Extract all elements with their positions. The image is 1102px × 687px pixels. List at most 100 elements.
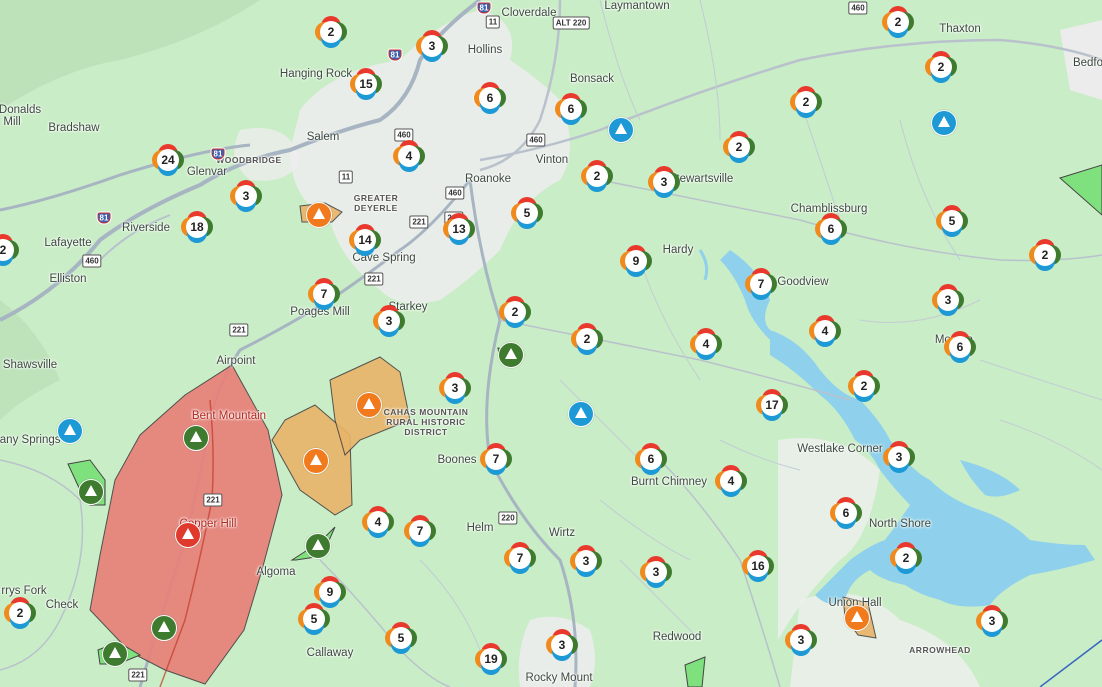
- outage-cluster[interactable]: 13: [442, 212, 476, 246]
- outage-cluster[interactable]: 2: [314, 15, 348, 49]
- outage-cluster[interactable]: 17: [755, 388, 789, 422]
- outage-cluster[interactable]: 4: [808, 314, 842, 348]
- outage-cluster[interactable]: 3: [415, 29, 449, 63]
- green-outage-icon[interactable]: [151, 615, 177, 641]
- outage-cluster[interactable]: 6: [943, 330, 977, 364]
- green-outage-icon[interactable]: [78, 479, 104, 505]
- place-label-goodview: Goodview: [777, 276, 829, 288]
- place-label-elliston: Elliston: [49, 273, 87, 285]
- outage-cluster[interactable]: 7: [744, 267, 778, 301]
- outage-cluster[interactable]: 9: [619, 244, 653, 278]
- route-shield-alt-220: ALT 220: [552, 16, 590, 30]
- outage-cluster[interactable]: 2: [881, 5, 915, 39]
- warning-triangle-icon: [313, 208, 325, 219]
- warning-triangle-icon: [312, 539, 324, 550]
- outage-cluster[interactable]: 4: [392, 139, 426, 173]
- outage-cluster[interactable]: 4: [714, 464, 748, 498]
- place-label-hardy: Hardy: [662, 244, 694, 256]
- outage-cluster-count: 24: [157, 149, 179, 171]
- green-outage-icon[interactable]: [498, 342, 524, 368]
- outage-cluster[interactable]: 6: [814, 212, 848, 246]
- outage-cluster[interactable]: 2: [789, 85, 823, 119]
- outage-cluster[interactable]: 3: [784, 623, 818, 657]
- outage-cluster[interactable]: 5: [935, 204, 969, 238]
- outage-cluster[interactable]: 6: [554, 92, 588, 126]
- outage-cluster[interactable]: 7: [403, 514, 437, 548]
- outage-cluster-count: 15: [355, 73, 377, 95]
- place-label-bradshaw: Bradshaw: [48, 122, 100, 134]
- outage-cluster[interactable]: 7: [479, 442, 513, 476]
- outage-cluster[interactable]: 2: [924, 50, 958, 84]
- outage-cluster[interactable]: 16: [741, 549, 775, 583]
- outage-cluster[interactable]: 3: [882, 440, 916, 474]
- outage-cluster[interactable]: 19: [474, 642, 508, 676]
- outage-cluster[interactable]: 5: [297, 602, 331, 636]
- route-shield-81: 81: [210, 147, 226, 161]
- place-label-boones: Boones: [437, 454, 477, 466]
- blue-outage-icon[interactable]: [931, 110, 957, 136]
- orange-outage-icon[interactable]: [306, 202, 332, 228]
- outage-cluster-count: 3: [981, 610, 1003, 632]
- outage-cluster[interactable]: 3: [569, 544, 603, 578]
- outage-cluster[interactable]: 2: [0, 233, 20, 267]
- outage-cluster[interactable]: 18: [180, 210, 214, 244]
- outage-cluster[interactable]: 7: [503, 541, 537, 575]
- outage-cluster[interactable]: 5: [510, 196, 544, 230]
- warning-triangle-icon: [575, 407, 587, 418]
- warning-triangle-icon: [363, 398, 375, 409]
- outage-cluster[interactable]: 2: [847, 369, 881, 403]
- outage-cluster[interactable]: 5: [384, 621, 418, 655]
- outage-cluster-count: 7: [509, 547, 531, 569]
- blue-outage-icon[interactable]: [568, 401, 594, 427]
- route-shield-460: 460: [848, 1, 868, 15]
- outage-cluster[interactable]: 4: [689, 327, 723, 361]
- outage-cluster[interactable]: 3: [647, 165, 681, 199]
- outage-cluster[interactable]: 15: [349, 67, 383, 101]
- outage-cluster[interactable]: 6: [634, 442, 668, 476]
- outage-cluster[interactable]: 7: [307, 277, 341, 311]
- outage-cluster[interactable]: 2: [580, 159, 614, 193]
- outage-cluster[interactable]: 3: [639, 555, 673, 589]
- outage-cluster-count: 5: [516, 202, 538, 224]
- place-label-helm: Helm: [466, 522, 494, 534]
- green-outage-icon[interactable]: [305, 533, 331, 559]
- outage-cluster[interactable]: 6: [473, 81, 507, 115]
- place-label-check: Check: [45, 599, 79, 611]
- green-outage-icon[interactable]: [102, 641, 128, 667]
- outage-cluster[interactable]: 14: [348, 223, 382, 257]
- outage-cluster-count: 6: [640, 448, 662, 470]
- green-outage-icon[interactable]: [183, 425, 209, 451]
- outage-cluster[interactable]: 2: [570, 322, 604, 356]
- outage-cluster[interactable]: 3: [229, 179, 263, 213]
- outage-cluster[interactable]: 6: [829, 496, 863, 530]
- red-outage-icon[interactable]: [175, 522, 201, 548]
- route-shield-460: 460: [526, 133, 546, 147]
- outage-cluster-count: 2: [795, 91, 817, 113]
- place-label-wirtz: Wirtz: [548, 527, 576, 539]
- place-label-bonsack: Bonsack: [569, 73, 615, 85]
- place-label-callaway: Callaway: [306, 647, 354, 659]
- outage-cluster-count: 6: [479, 87, 501, 109]
- outage-cluster[interactable]: 2: [1028, 238, 1062, 272]
- outage-cluster-count: 3: [421, 35, 443, 57]
- orange-outage-icon[interactable]: [356, 392, 382, 418]
- outage-cluster[interactable]: 3: [975, 604, 1009, 638]
- outage-cluster[interactable]: 4: [361, 505, 395, 539]
- outage-cluster-count: 2: [9, 602, 31, 624]
- outage-cluster[interactable]: 2: [889, 541, 923, 575]
- blue-outage-icon[interactable]: [608, 117, 634, 143]
- outage-cluster[interactable]: 3: [931, 283, 965, 317]
- outage-cluster[interactable]: 2: [3, 596, 37, 630]
- outage-cluster[interactable]: 3: [372, 304, 406, 338]
- outage-cluster[interactable]: 24: [151, 143, 185, 177]
- warning-triangle-icon: [158, 621, 170, 632]
- warning-triangle-icon: [505, 348, 517, 359]
- outage-cluster[interactable]: 2: [722, 130, 756, 164]
- orange-outage-icon[interactable]: [844, 605, 870, 631]
- outage-cluster[interactable]: 3: [545, 628, 579, 662]
- blue-outage-icon[interactable]: [57, 418, 83, 444]
- orange-outage-icon[interactable]: [303, 448, 329, 474]
- outage-cluster[interactable]: 3: [438, 371, 472, 405]
- outage-map[interactable]: Cloverdale Laymantown Thaxton Bedfo Hollins H…: [0, 0, 1102, 687]
- outage-cluster[interactable]: 2: [498, 295, 532, 329]
